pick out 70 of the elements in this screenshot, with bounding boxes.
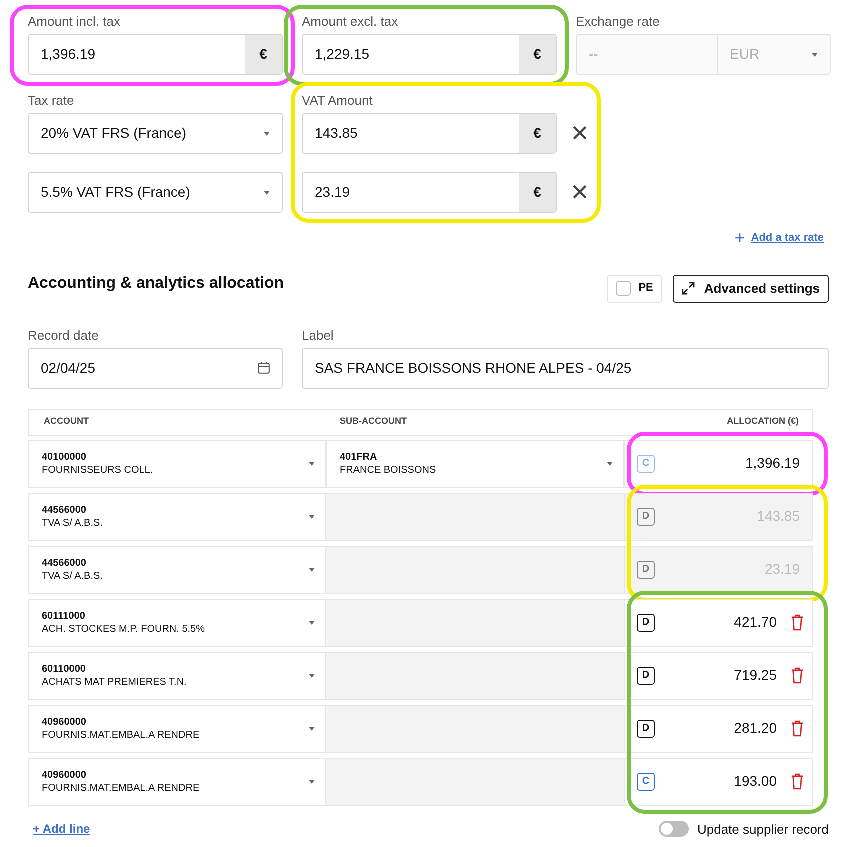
field-label: Exchange rate	[576, 14, 661, 30]
calendar-icon	[258, 362, 270, 374]
trash-icon[interactable]	[791, 667, 804, 684]
column-header: ACCOUNT	[43, 415, 90, 428]
column-header: ALLOCATION (€)	[726, 415, 800, 428]
section-title: Accounting & analytics allocation	[28, 274, 284, 294]
caret-icon	[309, 780, 315, 784]
pe-checkbox[interactable]: PE	[606, 274, 662, 302]
field-label: Amount incl. tax	[28, 14, 122, 30]
caret-icon	[309, 620, 315, 624]
side-badge[interactable]: D	[637, 720, 655, 738]
side-badge[interactable]: D	[637, 666, 655, 684]
amount-text: 281.20	[733, 719, 777, 738]
side-badge: C	[637, 454, 655, 472]
field-label: Tax rate	[28, 93, 76, 109]
field-label: Record date	[28, 328, 100, 344]
caret-icon	[264, 190, 270, 194]
date-input[interactable]: 02/04/25	[28, 348, 283, 388]
field-label: VAT Amount	[302, 93, 374, 109]
caret-icon	[607, 462, 613, 466]
currency-addon: €	[519, 35, 556, 74]
checkbox-square[interactable]	[616, 281, 631, 296]
currency-addon: €	[245, 35, 282, 74]
tax-rate-select[interactable]: 20% VAT FRS (France)	[28, 113, 283, 154]
currency-addon: €	[519, 173, 556, 212]
side-badge: D	[637, 560, 655, 578]
side-badge[interactable]: D	[637, 614, 655, 632]
amount-text: 719.25	[733, 666, 777, 685]
amount-text: 23.19	[764, 560, 801, 579]
add-line-link[interactable]: + Add line	[33, 820, 90, 838]
remove-button[interactable]: ×	[570, 182, 590, 204]
side-badge: D	[637, 508, 655, 526]
account-select[interactable]: 40960000 FOURNIS.MAT.EMBAL.A RENDRE	[28, 758, 326, 806]
advanced-settings-button[interactable]: Advanced settings	[673, 274, 829, 302]
caret-icon	[309, 514, 315, 518]
caret-icon	[309, 726, 315, 730]
trash-icon[interactable]	[791, 720, 804, 737]
side-badge[interactable]: C	[637, 772, 655, 790]
amount-input[interactable]: 1,229.15 €	[302, 34, 557, 75]
expand-icon	[682, 282, 696, 295]
column-header: SUB-ACCOUNT	[339, 415, 408, 428]
amount-text: 1,396.19	[744, 454, 801, 473]
caret-icon	[812, 52, 818, 56]
amount-text: 193.00	[733, 772, 777, 791]
add-tax-rate-link[interactable]: Add a tax rate	[751, 230, 824, 246]
amount-input[interactable]: 23.19 €	[302, 172, 557, 213]
sub-account-select[interactable]: 401FRA FRANCE BOISSONS	[326, 440, 624, 488]
caret-icon	[309, 462, 315, 466]
account-select[interactable]: 60110000 ACHATS MAT PREMIERES T.N.	[28, 652, 326, 700]
plus-icon: +	[734, 231, 746, 246]
remove-button[interactable]: ×	[570, 122, 590, 144]
amount-text: 421.70	[733, 613, 777, 632]
account-select[interactable]: 60111000 ACH. STOCKES M.P. FOURN. 5.5%	[28, 598, 326, 646]
account-select[interactable]: 40960000 FOURNIS.MAT.EMBAL.A RENDRE	[28, 704, 326, 752]
amount-input[interactable]: 1,396.19 €	[28, 34, 283, 75]
amount-text: 143.85	[756, 507, 801, 526]
caret-icon	[309, 568, 315, 572]
toggle-switch[interactable]	[659, 821, 690, 838]
account-select[interactable]: 40100000 FOURNISSEURS COLL.	[28, 440, 326, 488]
caret-icon	[309, 674, 315, 678]
label-input[interactable]: SAS FRANCE BOISSONS RHONE ALPES - 04/25	[302, 348, 829, 388]
toggle-label: Update supplier record	[697, 820, 829, 839]
amount-input[interactable]: 143.85 €	[302, 113, 557, 154]
field-label: Amount excl. tax	[302, 14, 400, 30]
field-label: Label	[302, 328, 335, 344]
trash-icon[interactable]	[791, 614, 804, 631]
trash-icon[interactable]	[791, 773, 804, 790]
currency-addon: €	[519, 114, 556, 153]
caret-icon	[264, 132, 270, 136]
tax-rate-select[interactable]: 5.5% VAT FRS (France)	[28, 172, 283, 213]
